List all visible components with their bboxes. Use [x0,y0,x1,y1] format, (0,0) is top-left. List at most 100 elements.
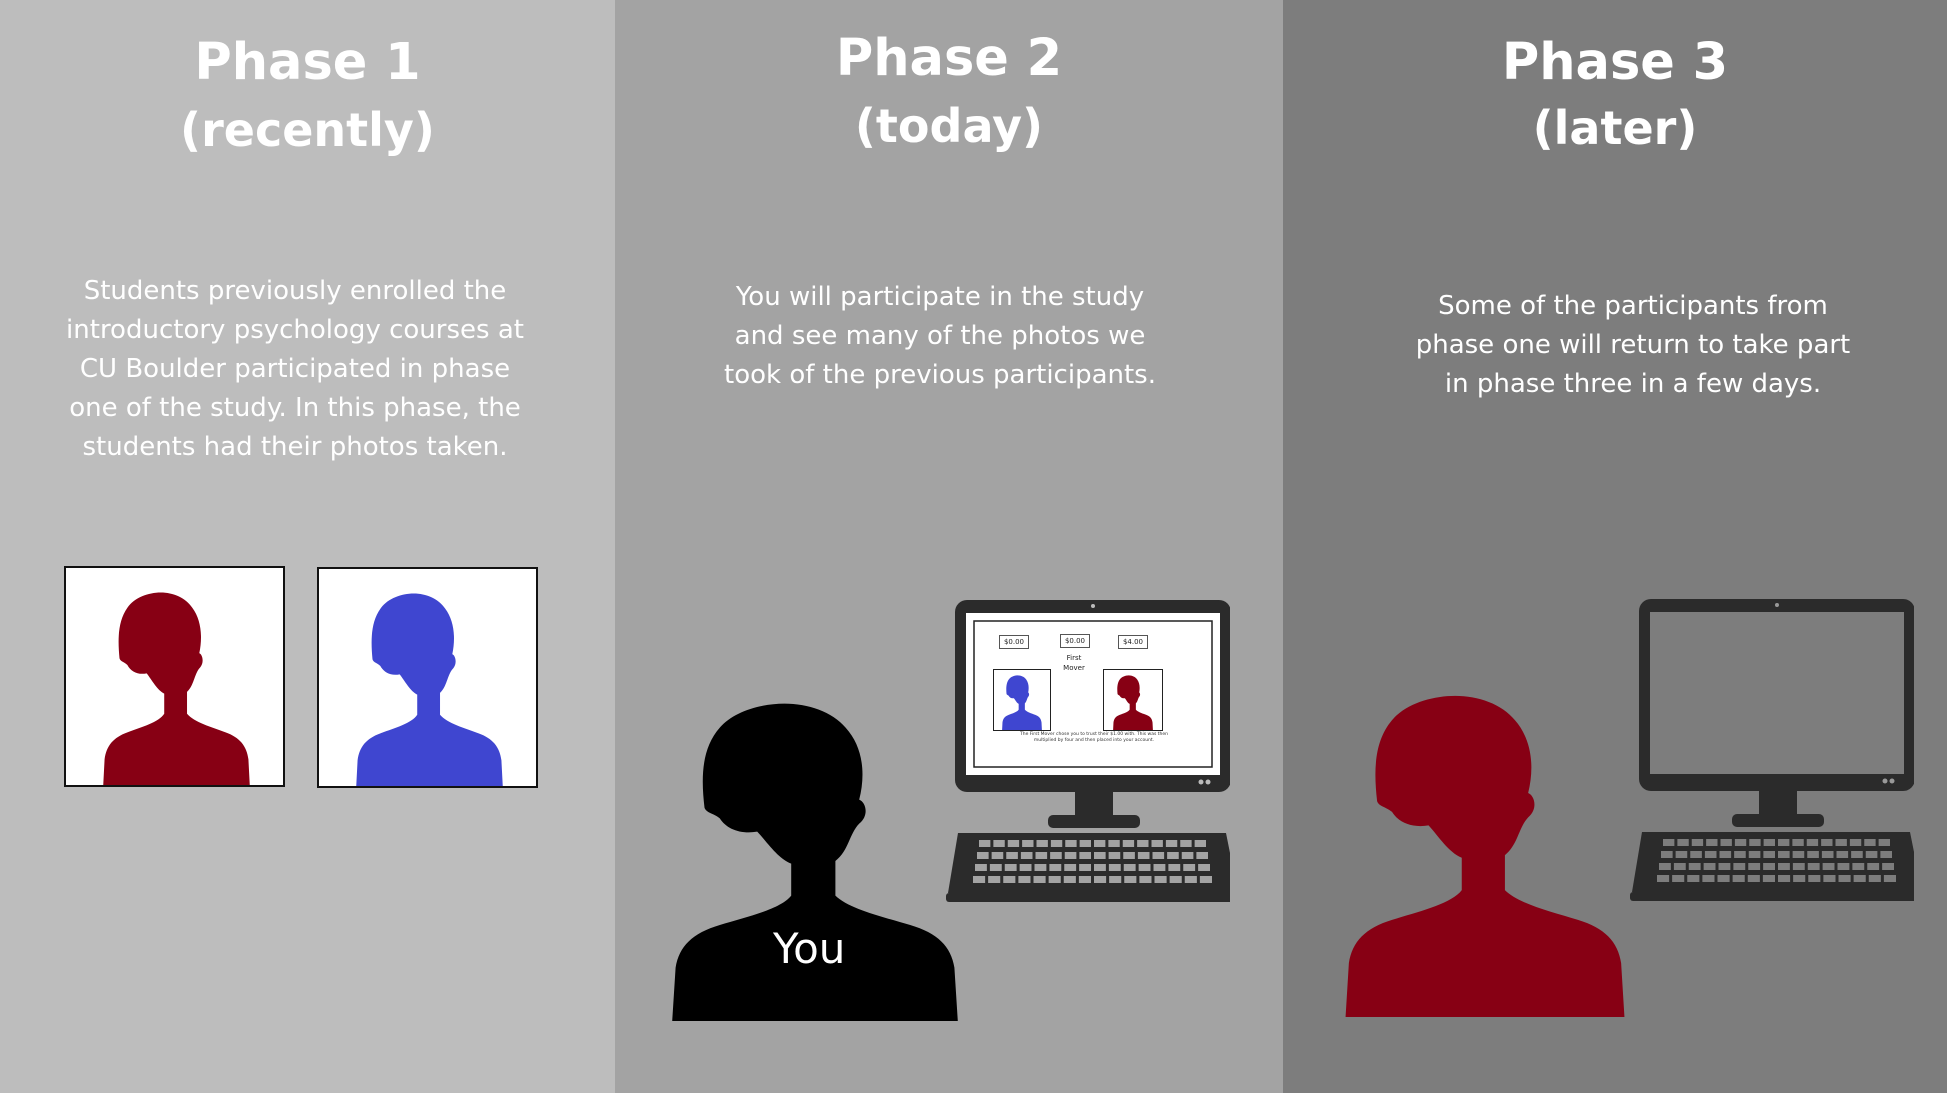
keyboard-key [1880,851,1892,858]
keyboard-key [1878,839,1890,846]
keyboard-key [1763,851,1775,858]
keyboard-key [1690,851,1702,858]
red-returning-participant-silhouette [1345,695,1625,1017]
keyboard-key [1778,863,1790,870]
keyboard-key [1094,876,1107,883]
keyboard-key [1661,851,1673,858]
keyboard-key [1034,864,1047,871]
keyboard-key [1807,863,1820,870]
keyboard-key [1792,863,1805,870]
keyboard-key [1837,863,1850,870]
blue-participant-photo [317,567,538,788]
keyboard-key [1704,851,1717,858]
keyboard-key [1865,851,1878,858]
keyboard-key [1748,851,1761,858]
amount-box-right: $4.00 [1118,635,1148,649]
keyboard-key [1050,852,1062,859]
amount-box-middle: $0.00 [1060,634,1090,648]
keyboard-key [1835,839,1847,846]
phase-3-title: Phase 3 [1501,33,1729,92]
keyboard-key [1663,839,1675,846]
keyboard-key [1079,852,1091,859]
keyboard-key [1108,864,1121,871]
keyboard-key [1022,840,1034,847]
keyboard-key [1094,852,1106,859]
keyboard-key [1048,876,1061,883]
keyboard-key [1094,864,1106,871]
keyboard-key [1181,852,1194,859]
keyboard-key [1153,864,1166,871]
keyboard-key [1065,840,1077,847]
keyboard-key [1748,863,1761,870]
keyboard-key [1108,840,1120,847]
keyboard-key [1719,851,1732,858]
keyboard-key [1167,852,1179,859]
keyboard-key [1199,876,1212,883]
keyboard-key [1007,840,1020,847]
keyboard-key [1657,875,1670,882]
keyboard-key [1853,875,1866,882]
keyboard-key [1792,851,1805,858]
screen-caption-line-2: multiplied by four and then placed into … [1033,738,1155,743]
screen-blue-photo [993,669,1051,731]
keyboard-key [1036,840,1048,847]
keyboard-key [1123,852,1135,859]
keyboard-key [1165,840,1178,847]
keyboard-key [1184,876,1197,883]
keyboard-key [1718,863,1731,870]
keyboard-key [1673,863,1686,870]
keyboard-key [1194,840,1206,847]
phase-2-panel: Phase 2 (today) You will participate in … [615,0,1283,1093]
keyboard-key [1154,876,1167,883]
keyboard-key [1836,851,1849,858]
keyboard-key [1808,875,1821,882]
keyboard-key [1717,875,1730,882]
keyboard-key [1778,851,1790,858]
keyboard-key [1020,852,1033,859]
keyboard-key [989,864,1002,871]
keyboard-key [1778,839,1790,846]
keyboard-key [1196,852,1208,859]
keyboard-key [1793,875,1806,882]
keyboard-key [1763,863,1775,870]
phase-3-description: Some of the participants from phase one … [1415,291,1851,399]
keyboard-key [1003,876,1016,883]
keyboard-key [1033,876,1046,883]
keyboard-key [1659,863,1671,870]
keyboard-key [1702,875,1715,882]
keyboard-key [1064,864,1077,871]
keyboard-key [1691,839,1704,846]
keyboard-key [1868,875,1881,882]
keyboard-key [1706,839,1718,846]
keyboard-key [1138,864,1151,871]
keyboard-key [1792,839,1804,846]
keyboard-key [1152,852,1165,859]
first-mover-line-1: First [1066,654,1082,662]
keyboard-key [1049,864,1062,871]
phase-1-panel: Phase 1 (recently) Students previously e… [0,0,615,1093]
keyboard-key [1823,875,1836,882]
keyboard-key [1734,839,1747,846]
red-participant-photo [64,566,285,787]
keyboard-key [1778,875,1791,882]
keyboard-key [1763,839,1775,846]
keyboard-key [1019,864,1032,871]
keyboard-key [1169,876,1182,883]
keyboard-key [1672,875,1685,882]
keyboard-key [1838,875,1851,882]
blank-computer [1630,599,1914,901]
phase-2-description: You will participate in the study and se… [724,282,1156,390]
phase-2-subtitle: (today) [854,99,1044,153]
keyboard-key [1137,840,1149,847]
keyboard-key [1137,852,1150,859]
keyboard-key [1108,852,1121,859]
phase-3-subtitle: (later) [1532,101,1698,155]
keyboard-key [1821,839,1833,846]
keyboard-key [1822,863,1835,870]
keyboard-key [1151,840,1163,847]
keyboard-key [988,876,1001,883]
you-label: You [773,924,846,973]
first-mover-line-2: Mover [1063,664,1085,672]
study-screen: $0.00 $0.00 $4.00 First Mover The First … [983,631,1205,751]
first-mover-label: First Mover [1053,653,1095,673]
